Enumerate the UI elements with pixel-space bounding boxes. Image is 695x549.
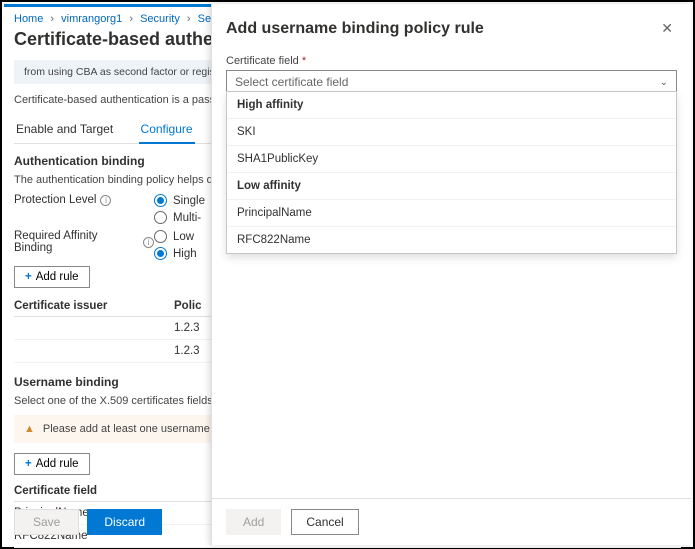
certificate-field-label: Certificate field — [226, 55, 299, 67]
protection-multi-option[interactable]: Multi- — [154, 211, 205, 224]
cell-oid: 1.2.3 — [174, 322, 200, 334]
protection-single-option[interactable]: Single — [154, 194, 205, 207]
warning-icon: ▲ — [24, 423, 35, 435]
radio-label: Low — [173, 231, 194, 243]
col-certificate-issuer: Certificate issuer — [14, 300, 174, 312]
affinity-high-option[interactable]: High — [154, 247, 197, 260]
radio-icon — [154, 194, 167, 207]
dropdown-group-high: High affinity — [227, 92, 676, 119]
dropdown-option-sha1[interactable]: SHA1PublicKey — [227, 146, 676, 173]
breadcrumb-sep: › — [50, 13, 54, 25]
info-icon[interactable]: i — [143, 237, 154, 248]
radio-icon — [154, 211, 167, 224]
protection-level-label: Protection Level — [14, 194, 96, 206]
panel-add-button: Add — [226, 509, 281, 535]
col-policy: Polic — [174, 300, 201, 312]
add-rule-label: Add rule — [36, 271, 79, 283]
dropdown-option-rfc822name[interactable]: RFC822Name — [227, 227, 676, 253]
save-button: Save — [14, 509, 79, 535]
panel-title: Add username binding policy rule — [226, 20, 484, 38]
discard-button[interactable]: Discard — [87, 509, 162, 535]
panel-cancel-button[interactable]: Cancel — [291, 509, 358, 535]
breadcrumb-home[interactable]: Home — [14, 13, 43, 25]
plus-icon: + — [25, 271, 32, 283]
required-mark: * — [302, 55, 306, 67]
radio-icon — [154, 247, 167, 260]
add-username-rule-button[interactable]: + Add rule — [14, 453, 90, 475]
affinity-low-option[interactable]: Low — [154, 230, 197, 243]
close-icon[interactable]: ✕ — [657, 16, 677, 41]
select-placeholder: Select certificate field — [235, 75, 348, 89]
certificate-field-dropdown: High affinity SKI SHA1PublicKey Low affi… — [226, 91, 677, 254]
affinity-binding-label: Required Affinity Binding — [14, 230, 139, 254]
breadcrumb-sep: › — [187, 13, 191, 25]
radio-label: Multi- — [173, 212, 201, 224]
breadcrumb-security[interactable]: Security — [140, 13, 180, 25]
breadcrumb-org[interactable]: vimrangorg1 — [61, 13, 122, 25]
radio-label: Single — [173, 195, 205, 207]
tab-configure[interactable]: Configure — [139, 116, 195, 144]
dropdown-option-principalname[interactable]: PrincipalName — [227, 200, 676, 227]
add-rule-label: Add rule — [36, 458, 79, 470]
plus-icon: + — [25, 458, 32, 470]
radio-icon — [154, 230, 167, 243]
info-icon[interactable]: i — [100, 195, 111, 206]
radio-label: High — [173, 248, 197, 260]
cell-oid: 1.2.3 — [174, 345, 200, 357]
dropdown-group-low: Low affinity — [227, 173, 676, 200]
dropdown-option-ski[interactable]: SKI — [227, 119, 676, 146]
add-auth-rule-button[interactable]: + Add rule — [14, 266, 90, 288]
chevron-down-icon: ⌄ — [660, 77, 668, 88]
add-rule-panel: Add username binding policy rule ✕ Certi… — [211, 4, 691, 545]
tab-enable-target[interactable]: Enable and Target — [14, 116, 115, 142]
breadcrumb-sep: › — [129, 13, 133, 25]
